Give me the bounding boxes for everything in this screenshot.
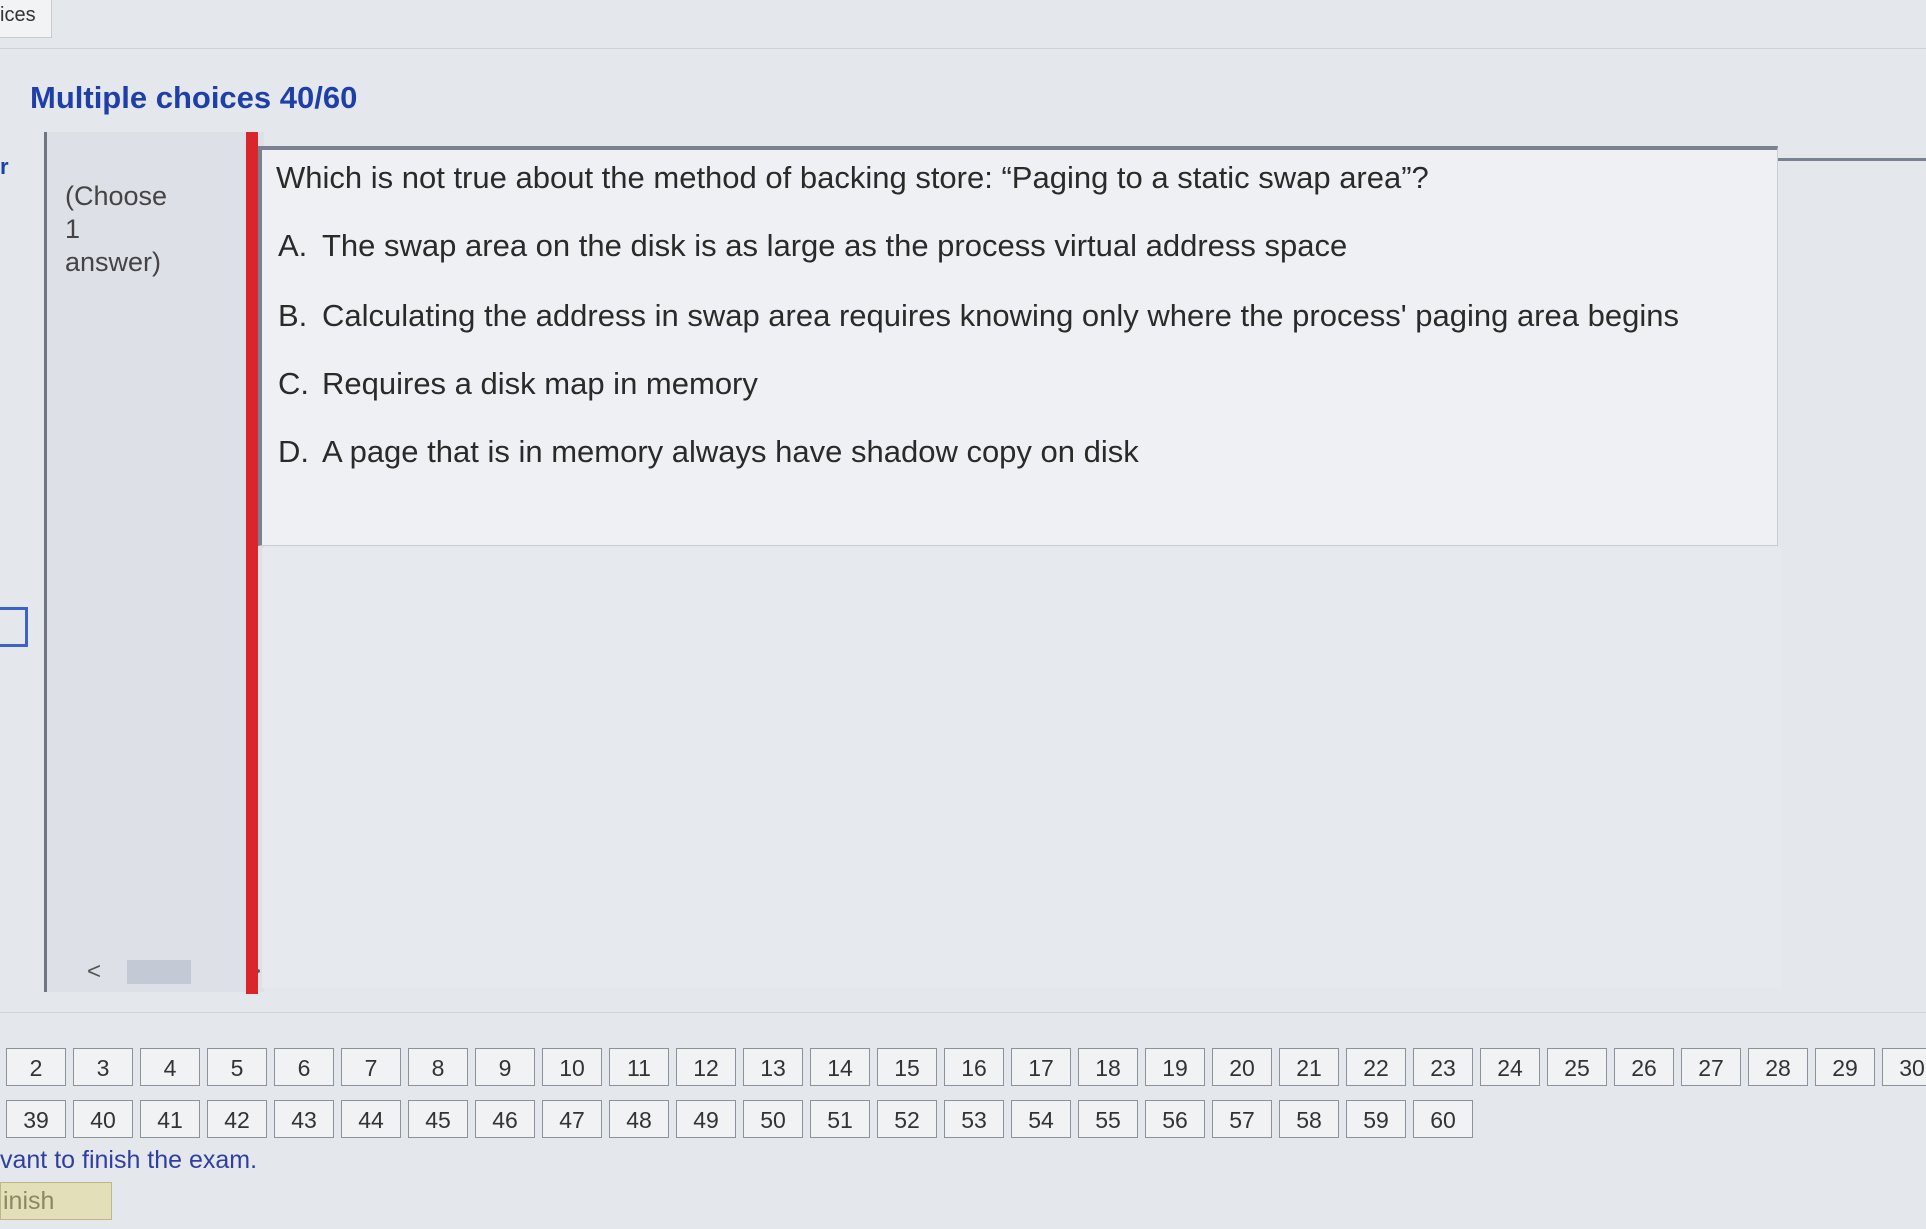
question-nav-button[interactable]: 7 bbox=[341, 1048, 401, 1086]
choice-text: The swap area on the disk is as large as… bbox=[322, 228, 1348, 263]
choice-text: Requires a disk map in memory bbox=[322, 366, 758, 401]
question-nav-button[interactable]: 3 bbox=[73, 1048, 133, 1086]
question-nav-button[interactable]: 41 bbox=[140, 1100, 200, 1138]
instructions-line2: 1 bbox=[65, 214, 81, 244]
question-nav-button[interactable]: 55 bbox=[1078, 1100, 1138, 1138]
instructions-text: (Choose 1 answer) bbox=[65, 180, 245, 279]
question-nav-button[interactable]: 45 bbox=[408, 1100, 468, 1138]
question-nav-button[interactable]: 54 bbox=[1011, 1100, 1071, 1138]
question-nav-button[interactable]: 19 bbox=[1145, 1048, 1205, 1086]
question-nav-button[interactable]: 29 bbox=[1815, 1048, 1875, 1086]
question-nav-button[interactable]: 40 bbox=[73, 1100, 133, 1138]
question-nav-button[interactable]: 48 bbox=[609, 1100, 669, 1138]
question-nav-button[interactable]: 17 bbox=[1011, 1048, 1071, 1086]
question-text: Which is not true about the method of ba… bbox=[276, 160, 1429, 195]
question-nav-button[interactable]: 50 bbox=[743, 1100, 803, 1138]
question-nav-button[interactable]: 21 bbox=[1279, 1048, 1339, 1086]
question-nav-button[interactable]: 9 bbox=[475, 1048, 535, 1086]
question-panel: Which is not true about the method of ba… bbox=[258, 146, 1778, 546]
choice-text: Calculating the address in swap area req… bbox=[322, 298, 1679, 333]
choice-text: A page that is in memory always have sha… bbox=[322, 434, 1139, 469]
tab-label: ices bbox=[0, 4, 36, 26]
choice-a[interactable]: A. The swap area on the disk is as large … bbox=[278, 228, 1347, 264]
question-nav-button[interactable]: 5 bbox=[207, 1048, 267, 1086]
question-nav-button[interactable]: 26 bbox=[1614, 1048, 1674, 1086]
choice-letter: A. bbox=[278, 228, 308, 263]
question-nav-button[interactable]: 43 bbox=[274, 1100, 334, 1138]
question-nav-button[interactable]: 15 bbox=[877, 1048, 937, 1086]
question-nav-button[interactable]: 49 bbox=[676, 1100, 736, 1138]
choice-d[interactable]: D. A page that is in memory always have s… bbox=[278, 434, 1139, 470]
question-nav-button[interactable]: 11 bbox=[609, 1048, 669, 1086]
question-nav-button[interactable]: 59 bbox=[1346, 1100, 1406, 1138]
nav-divider bbox=[0, 1012, 1926, 1013]
left-edge-checkbox[interactable] bbox=[0, 607, 28, 647]
question-nav-button[interactable]: 20 bbox=[1212, 1048, 1272, 1086]
question-nav-button[interactable]: 14 bbox=[810, 1048, 870, 1086]
question-nav-button[interactable]: 30 bbox=[1882, 1048, 1926, 1086]
choice-b[interactable]: B. Calculating the address in swap area r… bbox=[278, 298, 1679, 334]
question-nav-button[interactable]: 22 bbox=[1346, 1048, 1406, 1086]
question-nav-button[interactable]: 8 bbox=[408, 1048, 468, 1086]
question-nav-button[interactable]: 44 bbox=[341, 1100, 401, 1138]
choice-letter: B. bbox=[278, 298, 308, 333]
section-title: Multiple choices 40/60 bbox=[30, 80, 358, 115]
question-nav-button[interactable]: 52 bbox=[877, 1100, 937, 1138]
question-nav-button[interactable]: 13 bbox=[743, 1048, 803, 1086]
question-nav-button[interactable]: 57 bbox=[1212, 1100, 1272, 1138]
question-nav-button[interactable]: 56 bbox=[1145, 1100, 1205, 1138]
question-nav-button[interactable]: 53 bbox=[944, 1100, 1004, 1138]
question-nav-button[interactable]: 16 bbox=[944, 1048, 1004, 1086]
question-nav-button[interactable]: 18 bbox=[1078, 1048, 1138, 1086]
question-nav-button[interactable]: 4 bbox=[140, 1048, 200, 1086]
finish-button[interactable]: inish bbox=[0, 1182, 112, 1220]
question-nav-button[interactable]: 39 bbox=[6, 1100, 66, 1138]
choice-letter: C. bbox=[278, 366, 309, 401]
finish-message: vant to finish the exam. bbox=[0, 1146, 258, 1174]
instructions-panel: (Choose 1 answer) < > bbox=[44, 132, 264, 992]
header-divider bbox=[0, 48, 1926, 49]
left-edge-marker: r bbox=[0, 154, 9, 179]
question-nav-button[interactable]: 60 bbox=[1413, 1100, 1473, 1138]
question-nav-button[interactable]: 58 bbox=[1279, 1100, 1339, 1138]
choice-letter: D. bbox=[278, 434, 309, 469]
question-nav-button[interactable]: 47 bbox=[542, 1100, 602, 1138]
question-indicator-bar bbox=[246, 132, 258, 994]
answer-blank-area bbox=[262, 548, 1782, 988]
question-nav-button[interactable]: 23 bbox=[1413, 1048, 1473, 1086]
question-nav-button[interactable]: 42 bbox=[207, 1100, 267, 1138]
question-nav-button[interactable]: 51 bbox=[810, 1100, 870, 1138]
horizontal-scrollbar[interactable]: < > bbox=[87, 958, 261, 986]
choice-c[interactable]: C. Requires a disk map in memory bbox=[278, 366, 758, 402]
question-nav-button[interactable]: 6 bbox=[274, 1048, 334, 1086]
question-navigation: 2 3 4 5 6 7 8 9 10 11 12 13 14 15 16 17 18 19 20 21 22 23 24 25… bbox=[0, 1048, 1926, 1158]
question-nav-button[interactable]: 10 bbox=[542, 1048, 602, 1086]
tab-services[interactable]: ices bbox=[0, 0, 52, 38]
panel-top-rule bbox=[1778, 158, 1926, 161]
question-nav-button[interactable]: 27 bbox=[1681, 1048, 1741, 1086]
scroll-left-arrow[interactable]: < bbox=[87, 958, 101, 986]
scroll-thumb[interactable] bbox=[127, 960, 191, 984]
question-nav-button[interactable]: 24 bbox=[1480, 1048, 1540, 1086]
instructions-line1: (Choose bbox=[65, 181, 168, 211]
question-nav-button[interactable]: 46 bbox=[475, 1100, 535, 1138]
instructions-line3: answer) bbox=[65, 247, 162, 277]
question-nav-button[interactable]: 2 bbox=[6, 1048, 66, 1086]
question-nav-button[interactable]: 28 bbox=[1748, 1048, 1808, 1086]
question-nav-button[interactable]: 25 bbox=[1547, 1048, 1607, 1086]
question-nav-button[interactable]: 12 bbox=[676, 1048, 736, 1086]
